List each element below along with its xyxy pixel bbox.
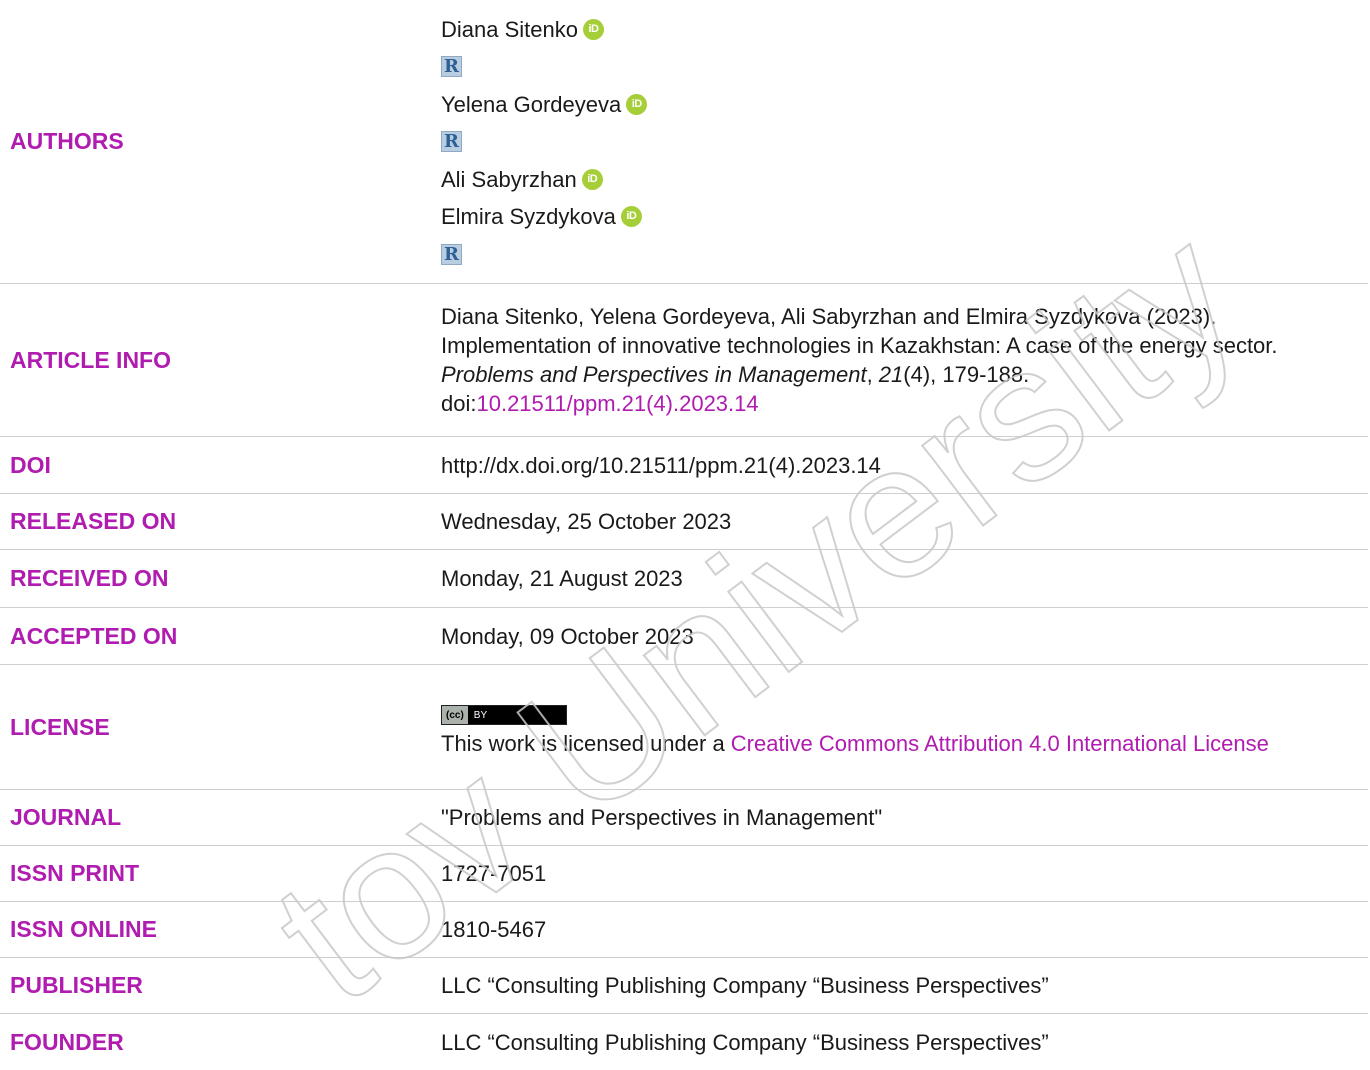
authors-list: Diana Sitenko iD R Yelena Gordeyeva iD R… xyxy=(441,10,1368,273)
issn-online-label: ISSN ONLINE xyxy=(10,916,157,942)
founder-row: FOUNDER LLC “Consulting Publishing Compa… xyxy=(0,1014,1368,1070)
publisher-row: PUBLISHER LLC “Consulting Publishing Com… xyxy=(0,958,1368,1014)
orcid-icon[interactable]: iD xyxy=(620,206,642,227)
journal-label: JOURNAL xyxy=(10,804,122,830)
journal-value: "Problems and Perspectives in Management… xyxy=(441,805,883,830)
license-link[interactable]: Creative Commons Attribution 4.0 Interna… xyxy=(731,731,1269,756)
publisher-value: LLC “Consulting Publishing Company “Busi… xyxy=(441,973,1049,998)
author-name: Elmira Syzdykova xyxy=(441,204,616,229)
license-value: (cc) BY This work is licensed under a Cr… xyxy=(441,696,1368,759)
issn-online-value: 1810-5467 xyxy=(441,917,547,942)
released-value: Wednesday, 25 October 2023 xyxy=(441,509,732,534)
author-item-rinc: R xyxy=(441,48,1348,86)
received-row: RECEIVED ON Monday, 21 August 2023 xyxy=(0,550,1368,608)
accepted-value: Monday, 09 October 2023 xyxy=(441,623,694,649)
issn-print-row: ISSN PRINT 1727-7051 xyxy=(0,846,1368,902)
article-info-row: ARTICLE INFO Diana Sitenko, Yelena Gorde… xyxy=(0,284,1368,437)
founder-value: LLC “Consulting Publishing Company “Busi… xyxy=(441,1029,1049,1055)
rinc-icon[interactable]: R xyxy=(441,131,462,152)
doi-row: DOI http://dx.doi.org/10.21511/ppm.21(4)… xyxy=(0,437,1368,494)
cc-by-badge[interactable]: (cc) BY xyxy=(441,705,567,726)
author-name: Yelena Gordeyeva xyxy=(441,91,622,117)
article-metadata-table: AUTHORS Diana Sitenko iD R Yelena Gordey… xyxy=(0,0,1368,1070)
author-item: Diana Sitenko iD xyxy=(441,10,1348,48)
issn-print-value: 1727-7051 xyxy=(441,861,547,886)
orcid-icon[interactable]: iD xyxy=(626,93,648,115)
author-name: Ali Sabyrzhan xyxy=(441,166,577,192)
author-item: Elmira Syzdykova iD xyxy=(441,198,1348,236)
cc-icon: (cc) xyxy=(442,706,468,725)
license-label: LICENSE xyxy=(10,713,110,740)
authors-label: AUTHORS xyxy=(10,128,124,154)
license-row: LICENSE (cc) BY This work is licensed un… xyxy=(0,665,1368,790)
citation-journal: Problems and Perspectives in Management xyxy=(441,362,867,387)
founder-label: FOUNDER xyxy=(10,1028,124,1055)
publisher-label: PUBLISHER xyxy=(10,972,143,998)
citation-doi-link[interactable]: 10.21511/ppm.21(4).2023.14 xyxy=(476,391,758,416)
journal-row: JOURNAL "Problems and Perspectives in Ma… xyxy=(0,790,1368,846)
citation-comma: , xyxy=(866,362,879,387)
orcid-icon[interactable]: iD xyxy=(581,168,603,190)
rinc-icon[interactable]: R xyxy=(441,56,462,77)
issn-print-label: ISSN PRINT xyxy=(10,860,140,886)
released-row: RELEASED ON Wednesday, 25 October 2023 xyxy=(0,494,1368,550)
issn-online-row: ISSN ONLINE 1810-5467 xyxy=(0,902,1368,958)
article-info-label: ARTICLE INFO xyxy=(10,346,171,373)
author-item-rinc: R xyxy=(441,123,1348,161)
doi-value: http://dx.doi.org/10.21511/ppm.21(4).202… xyxy=(441,452,881,478)
rinc-icon[interactable]: R xyxy=(441,243,462,265)
author-item: Ali Sabyrzhan iD xyxy=(441,160,1348,198)
license-text: This work is licensed under a xyxy=(441,731,731,757)
citation-volume: 21 xyxy=(878,362,904,387)
author-item: Yelena Gordeyeva iD xyxy=(441,85,1348,123)
citation-text: Diana Sitenko, Yelena Gordeyeva, Ali Sab… xyxy=(441,304,1278,358)
accepted-label: ACCEPTED ON xyxy=(10,622,178,649)
author-name: Diana Sitenko xyxy=(441,16,578,42)
citation-issue-pages: (4), 179-188. xyxy=(903,362,1030,387)
authors-row: AUTHORS Diana Sitenko iD R Yelena Gordey… xyxy=(0,0,1368,284)
citation: Diana Sitenko, Yelena Gordeyeva, Ali Sab… xyxy=(441,302,1368,418)
author-item-rinc: R xyxy=(441,235,1348,273)
released-label: RELEASED ON xyxy=(10,508,177,534)
doi-label: DOI xyxy=(10,451,51,478)
by-icon: BY xyxy=(473,709,488,721)
orcid-icon[interactable]: iD xyxy=(582,18,604,40)
doi-prefix: doi: xyxy=(441,391,477,416)
received-label: RECEIVED ON xyxy=(10,565,169,591)
accepted-row: ACCEPTED ON Monday, 09 October 2023 xyxy=(0,608,1368,665)
received-value: Monday, 21 August 2023 xyxy=(441,566,683,591)
